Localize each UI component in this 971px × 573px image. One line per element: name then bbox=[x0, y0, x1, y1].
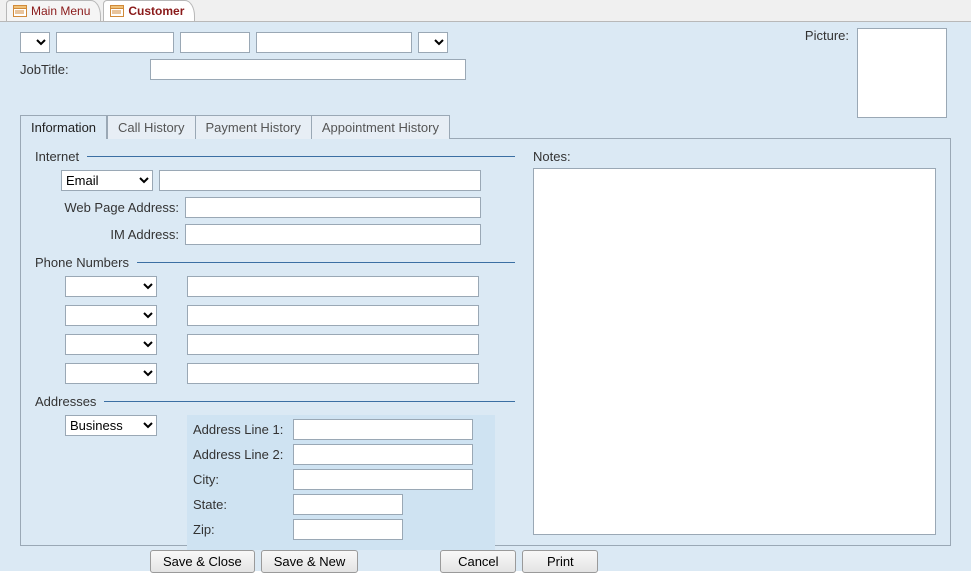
job-title-label: JobTitle: bbox=[20, 62, 144, 77]
document-tab-bar: Main Menu Customer bbox=[0, 0, 971, 22]
email-type-select[interactable]: Email bbox=[61, 170, 153, 191]
internet-group: Internet Email Web Page Address: bbox=[35, 149, 515, 245]
suffix-select[interactable] bbox=[418, 32, 448, 53]
tab-information[interactable]: Information bbox=[20, 115, 107, 139]
picture-label: Picture: bbox=[805, 28, 849, 43]
middle-name-input[interactable] bbox=[180, 32, 250, 53]
divider bbox=[137, 262, 515, 263]
city-label: City: bbox=[193, 472, 293, 487]
phone-number-input[interactable] bbox=[187, 363, 479, 384]
job-title-input[interactable] bbox=[150, 59, 466, 80]
tab-call-history[interactable]: Call History bbox=[107, 115, 195, 139]
save-new-button[interactable]: Save & New bbox=[261, 550, 359, 573]
city-input[interactable] bbox=[293, 469, 473, 490]
divider bbox=[104, 401, 515, 402]
tab-payment-history[interactable]: Payment History bbox=[196, 115, 312, 139]
picture-box[interactable] bbox=[857, 28, 947, 118]
state-label: State: bbox=[193, 497, 293, 512]
tab-customer-label: Customer bbox=[128, 4, 184, 18]
phone-type-select[interactable] bbox=[65, 305, 157, 326]
addresses-group-label: Addresses bbox=[35, 394, 96, 409]
title-select[interactable] bbox=[20, 32, 50, 53]
address-line1-input[interactable] bbox=[293, 419, 473, 440]
im-address-label: IM Address: bbox=[35, 227, 185, 242]
address-line2-input[interactable] bbox=[293, 444, 473, 465]
form-button-row: Save & Close Save & New Cancel Print bbox=[20, 550, 951, 573]
phone-row bbox=[35, 334, 515, 355]
zip-input[interactable] bbox=[293, 519, 403, 540]
address-line2-label: Address Line 2: bbox=[193, 447, 293, 462]
phone-row bbox=[35, 305, 515, 326]
phone-type-select[interactable] bbox=[65, 276, 157, 297]
notes-label: Notes: bbox=[533, 149, 936, 164]
phone-number-input[interactable] bbox=[187, 334, 479, 355]
web-address-input[interactable] bbox=[185, 197, 481, 218]
phone-number-input[interactable] bbox=[187, 276, 479, 297]
customer-form: JobTitle: Picture: Information Call Hist… bbox=[0, 22, 971, 571]
first-name-input[interactable] bbox=[56, 32, 174, 53]
phone-number-input[interactable] bbox=[187, 305, 479, 326]
phone-row bbox=[35, 363, 515, 384]
phone-type-select[interactable] bbox=[65, 363, 157, 384]
notes-textarea[interactable] bbox=[533, 168, 936, 535]
cancel-button[interactable]: Cancel bbox=[440, 550, 516, 573]
address-type-select[interactable]: Business bbox=[65, 415, 157, 436]
phone-group: Phone Numbers bbox=[35, 255, 515, 384]
tab-customer[interactable]: Customer bbox=[103, 0, 195, 21]
tab-main-menu[interactable]: Main Menu bbox=[6, 0, 101, 21]
tab-appointment-history[interactable]: Appointment History bbox=[312, 115, 450, 139]
phone-type-select[interactable] bbox=[65, 334, 157, 355]
last-name-input[interactable] bbox=[256, 32, 412, 53]
phone-row bbox=[35, 276, 515, 297]
form-icon bbox=[13, 5, 27, 17]
print-button[interactable]: Print bbox=[522, 550, 598, 573]
save-close-button[interactable]: Save & Close bbox=[150, 550, 255, 573]
state-input[interactable] bbox=[293, 494, 403, 515]
zip-label: Zip: bbox=[193, 522, 293, 537]
phone-group-label: Phone Numbers bbox=[35, 255, 129, 270]
form-icon bbox=[110, 5, 124, 17]
tab-main-menu-label: Main Menu bbox=[31, 4, 90, 18]
address-line1-label: Address Line 1: bbox=[193, 422, 293, 437]
email-input[interactable] bbox=[159, 170, 481, 191]
im-address-input[interactable] bbox=[185, 224, 481, 245]
addresses-group: Addresses Business Address Line 1: Addre… bbox=[35, 394, 515, 550]
internet-group-label: Internet bbox=[35, 149, 79, 164]
detail-tabs: Information Call History Payment History… bbox=[20, 114, 951, 138]
information-panel: Internet Email Web Page Address: bbox=[20, 138, 951, 546]
divider bbox=[87, 156, 515, 157]
web-address-label: Web Page Address: bbox=[35, 200, 185, 215]
address-box: Address Line 1: Address Line 2: City: bbox=[187, 415, 495, 550]
